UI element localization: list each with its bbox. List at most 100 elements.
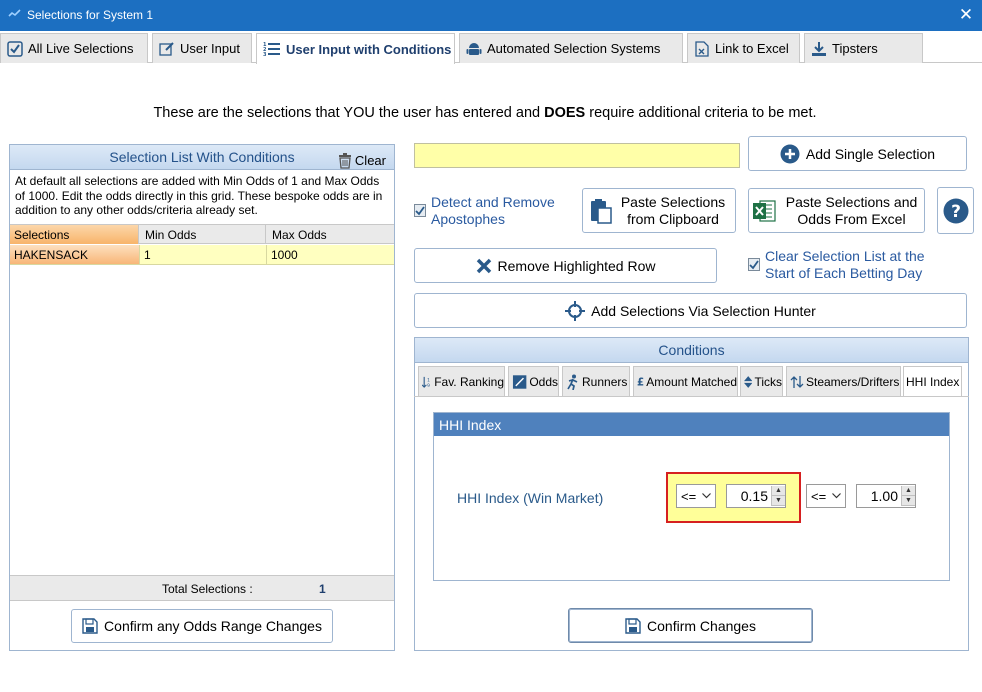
tab-all-live-selections[interactable]: All Live Selections	[0, 33, 148, 63]
tab-odds[interactable]: Odds	[508, 366, 559, 396]
help-button[interactable]: ?	[937, 187, 974, 234]
clear-daily-label: Clear Selection List at the Start of Eac…	[765, 248, 925, 281]
confirm-odds-range-label: Confirm any Odds Range Changes	[104, 618, 322, 634]
tab-label: User Input	[180, 41, 240, 56]
spin-down-button[interactable]: ▼	[772, 496, 785, 506]
tab-link-to-excel[interactable]: Link to Excel	[687, 33, 800, 63]
app-icon	[8, 9, 21, 17]
checkbox-icon	[7, 40, 23, 57]
table-row[interactable]: HAKENSACK 1 1000	[10, 245, 394, 265]
hhi-group-title: HHI Index	[434, 413, 949, 436]
check-icon	[415, 205, 425, 215]
max-value-spinner[interactable]: 1.00 ▲ ▼	[856, 484, 916, 508]
spinner-value: 1.00	[870, 488, 898, 504]
plus-circle-icon	[780, 144, 800, 163]
page-headline: These are the selections that YOU the us…	[0, 105, 970, 121]
detect-apostrophes-label: Detect and Remove Apostophes	[431, 194, 555, 227]
tab-label: Fav. Ranking	[434, 374, 504, 389]
cell-max-odds[interactable]: 1000	[266, 245, 394, 264]
operator-select-1[interactable]: <=	[676, 484, 716, 508]
tab-ticks[interactable]: Ticks	[740, 366, 783, 396]
spin-buttons: ▲ ▼	[771, 486, 785, 506]
detect-apostrophes-checkbox[interactable]: Detect and Remove Apostophes	[414, 194, 574, 234]
spin-up-button[interactable]: ▲	[772, 486, 785, 496]
selection-input[interactable]	[414, 143, 740, 168]
clear-daily-checkbox[interactable]: Clear Selection List at the Start of Eac…	[748, 248, 948, 286]
total-label: Total Selections :	[162, 582, 253, 596]
total-selections-bar: Total Selections : 1	[10, 575, 394, 601]
chevron-down-icon	[702, 493, 712, 499]
tab-fav-ranking[interactable]: 19 Fav. Ranking	[418, 366, 505, 396]
close-button[interactable]: ✕	[956, 5, 976, 25]
svg-text:1: 1	[427, 377, 430, 383]
tab-steamers-drifters[interactable]: Steamers/Drifters	[786, 366, 901, 396]
paste-from-excel-button[interactable]: Paste Selections and Odds From Excel	[748, 188, 925, 233]
help-icon: ?	[943, 198, 968, 223]
min-value-spinner[interactable]: 0.15 ▲ ▼	[726, 484, 786, 508]
spin-up-button[interactable]: ▲	[902, 486, 915, 496]
tab-label: Odds	[529, 374, 558, 389]
save-icon	[625, 617, 641, 634]
clear-label: Clear	[354, 153, 386, 168]
up-down-icon	[744, 375, 753, 388]
column-header-selections[interactable]: Selections	[10, 225, 139, 244]
operator-value: <=	[681, 488, 697, 504]
tab-hhi-index[interactable]: HHI Index	[903, 366, 962, 397]
remove-highlighted-row-button[interactable]: Remove Highlighted Row	[414, 248, 717, 283]
swap-arrows-icon	[790, 375, 804, 388]
tab-tipsters[interactable]: Tipsters	[804, 33, 923, 63]
column-header-max-odds[interactable]: Max Odds	[266, 225, 394, 244]
svg-text:£: £	[637, 377, 644, 388]
tab-label: Amount Matched	[646, 374, 737, 389]
conditions-tab-divider	[414, 396, 969, 397]
add-single-selection-button[interactable]: Add Single Selection	[748, 136, 967, 171]
cell-min-odds[interactable]: 1	[139, 245, 266, 264]
sort-icon: 19	[422, 376, 430, 389]
tab-label: Runners	[582, 374, 628, 389]
tab-label: Automated Selection Systems	[487, 41, 661, 56]
selection-list-title: Selection List With Conditions	[109, 149, 295, 165]
operator-select-2[interactable]: <=	[806, 484, 846, 508]
save-icon	[82, 618, 98, 634]
android-icon	[466, 42, 482, 55]
tab-label: Tipsters	[832, 41, 878, 56]
crosshair-icon	[565, 300, 586, 321]
main-tabstrip: All Live Selections User Input 123 User …	[0, 31, 982, 64]
tab-label: User Input with Conditions	[286, 41, 452, 57]
tab-label: Link to Excel	[715, 41, 789, 56]
selection-list-panel: Selection List With Conditions Clear At …	[9, 144, 395, 651]
svg-text:3: 3	[263, 52, 267, 58]
cell-selection[interactable]: HAKENSACK	[10, 245, 139, 264]
confirm-changes-button[interactable]: Confirm Changes	[568, 608, 813, 643]
selection-list-note: At default all selections are added with…	[15, 174, 383, 217]
excel-icon	[695, 40, 709, 57]
clear-button[interactable]: Clear	[338, 149, 386, 173]
excel-icon	[752, 199, 776, 222]
clipboard-icon	[591, 198, 612, 224]
paste-from-clipboard-button[interactable]: Paste Selections from Clipboard	[582, 188, 736, 233]
paste-from-excel-label: Paste Selections and Odds From Excel	[785, 193, 918, 227]
remove-highlighted-row-label: Remove Highlighted Row	[497, 257, 656, 274]
spinner-value: 0.15	[740, 488, 768, 504]
tab-label: HHI Index	[906, 375, 960, 389]
add-single-selection-label: Add Single Selection	[805, 145, 936, 162]
tab-runners[interactable]: Runners	[562, 366, 630, 396]
tab-user-input[interactable]: User Input	[152, 33, 252, 63]
tab-user-input-with-conditions[interactable]: 123 User Input with Conditions	[256, 33, 455, 64]
confirm-odds-range-button[interactable]: Confirm any Odds Range Changes	[71, 609, 333, 643]
column-header-min-odds[interactable]: Min Odds	[139, 225, 266, 244]
checkbox[interactable]	[748, 258, 760, 271]
headline-text-2: require additional criteria to be met.	[589, 105, 817, 121]
checkbox[interactable]	[414, 204, 426, 217]
total-value: 1	[319, 582, 326, 596]
edit-icon	[159, 41, 174, 56]
svg-text:9: 9	[427, 383, 430, 389]
tab-automated-selection-systems[interactable]: Automated Selection Systems	[459, 33, 683, 63]
add-via-selection-hunter-button[interactable]: Add Selections Via Selection Hunter	[414, 293, 967, 328]
tab-amount-matched[interactable]: £ Amount Matched	[633, 366, 738, 396]
confirm-changes-label: Confirm Changes	[647, 617, 756, 634]
check-icon	[749, 259, 759, 269]
svg-text:?: ?	[951, 202, 961, 222]
download-icon	[812, 41, 826, 56]
spin-down-button[interactable]: ▼	[902, 496, 915, 506]
